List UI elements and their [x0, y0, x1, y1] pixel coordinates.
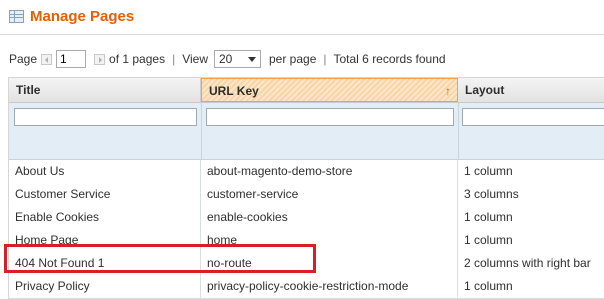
- column-divider: [458, 103, 459, 159]
- grid-header-row: Title URL Key ↑ Layout: [9, 78, 604, 103]
- cell-layout: 3 columns: [458, 183, 604, 206]
- cell-title: About Us: [9, 160, 201, 183]
- pager: Page of 1 pages | View 20 per page | Tot…: [9, 49, 446, 69]
- grid-filter-row: [9, 103, 604, 160]
- column-header-title[interactable]: Title: [9, 78, 201, 102]
- per-page-label: per page: [269, 52, 317, 66]
- cell-layout: 1 column: [458, 206, 604, 229]
- table-row[interactable]: Enable Cookies enable-cookies 1 column: [9, 206, 604, 230]
- page-title: Manage Pages: [30, 7, 135, 25]
- table-row[interactable]: Customer Service customer-service 3 colu…: [9, 183, 604, 207]
- column-header-url-key[interactable]: URL Key ↑: [201, 78, 458, 102]
- column-header-label: URL Key: [209, 84, 259, 98]
- previous-page-icon[interactable]: [41, 53, 53, 65]
- cell-title: Privacy Policy: [9, 275, 201, 298]
- column-header-layout[interactable]: Layout: [458, 78, 604, 102]
- table-row[interactable]: About Us about-magento-demo-store 1 colu…: [9, 160, 604, 184]
- column-header-label: Title: [16, 83, 41, 97]
- column-header-label: Layout: [465, 83, 505, 97]
- cell-layout: 2 columns with right bar: [458, 252, 604, 275]
- cell-title: Customer Service: [9, 183, 201, 206]
- chevron-down-icon: [248, 56, 256, 62]
- cell-url-key: privacy-policy-cookie-restriction-mode: [201, 275, 458, 298]
- per-page-value: 20: [219, 52, 233, 66]
- highlight-box: [4, 244, 316, 273]
- column-divider: [201, 103, 202, 159]
- cell-title: Enable Cookies: [9, 206, 201, 229]
- layout-filter-input[interactable]: [462, 108, 604, 126]
- of-pages-text: of 1 pages: [109, 52, 166, 66]
- grid-icon: [9, 9, 24, 23]
- title-filter-input[interactable]: [14, 108, 197, 126]
- page-header: Manage Pages: [9, 6, 134, 26]
- cell-layout: 1 column: [458, 275, 604, 298]
- total-records: Total 6 records found: [333, 52, 446, 66]
- next-page-icon[interactable]: [94, 53, 106, 65]
- header-divider: [0, 34, 604, 35]
- url-key-filter-input[interactable]: [206, 108, 454, 126]
- per-page-select[interactable]: 20: [214, 50, 261, 68]
- page-number-input[interactable]: [56, 50, 87, 68]
- view-label: View: [182, 52, 208, 66]
- cell-layout: 1 column: [458, 160, 604, 183]
- cell-url-key: about-magento-demo-store: [201, 160, 458, 183]
- sort-ascending-icon: ↑: [445, 84, 451, 98]
- page-label: Page: [9, 52, 38, 66]
- cell-layout: 1 column: [458, 229, 604, 252]
- table-row[interactable]: Privacy Policy privacy-policy-cookie-res…: [9, 275, 604, 299]
- cell-url-key: enable-cookies: [201, 206, 458, 229]
- pager-separator: |: [323, 52, 327, 66]
- cell-url-key: customer-service: [201, 183, 458, 206]
- pager-separator: |: [172, 52, 176, 66]
